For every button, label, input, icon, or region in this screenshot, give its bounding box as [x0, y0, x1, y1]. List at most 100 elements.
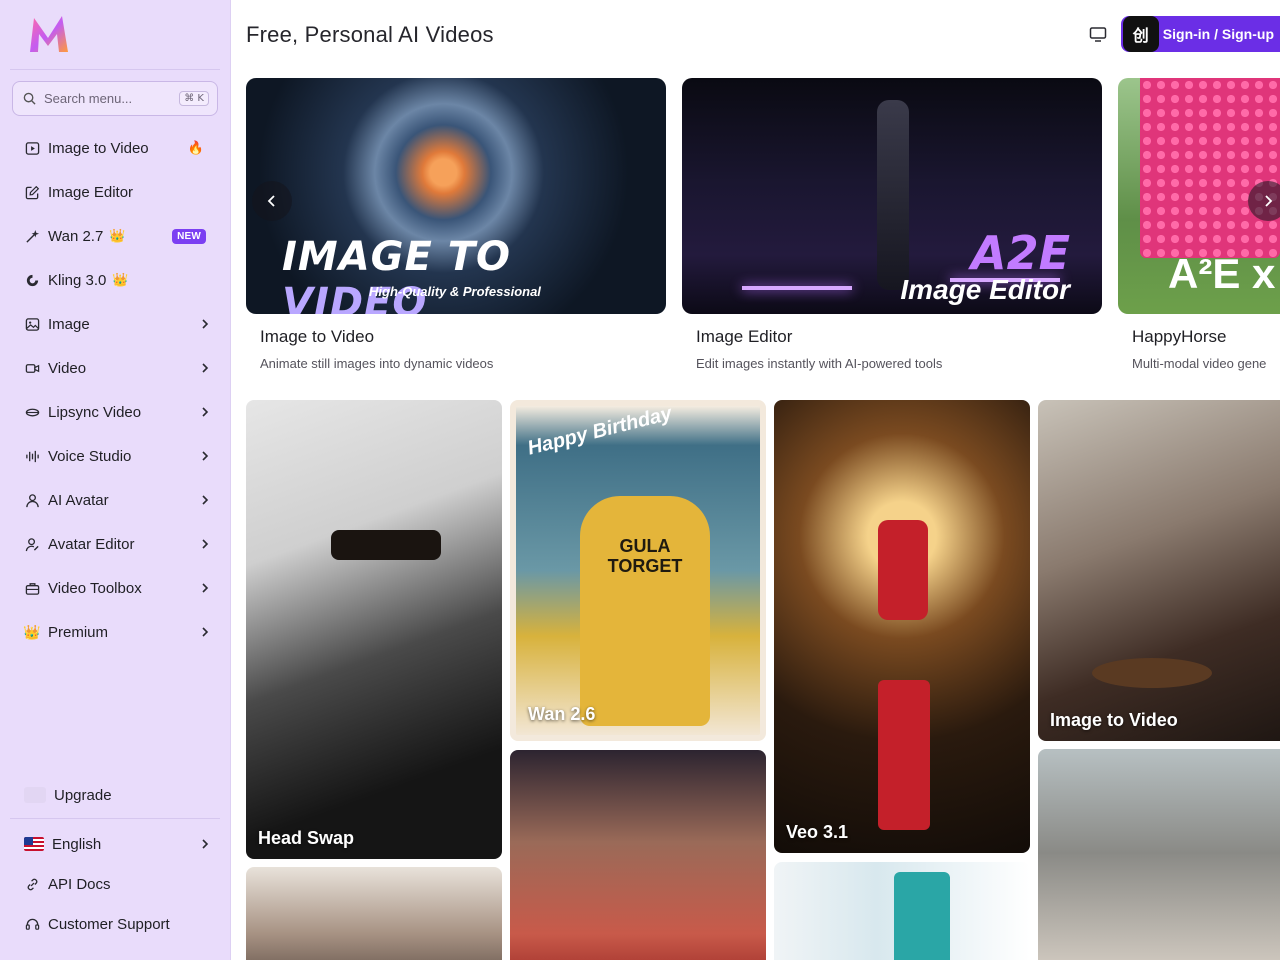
scrubs-sheet: [894, 872, 950, 960]
sidebar-item-label: Video Toolbox: [48, 579, 142, 597]
chevron-right-icon: [202, 627, 209, 637]
gallery-item-label: Veo 3.1: [786, 822, 849, 842]
crown-icon: 👑: [112, 272, 129, 287]
featured-card-happyhorse[interactable]: A²E x HappyHorse Multi-modal video gene: [1118, 78, 1280, 371]
shortcut-hint: ⌘ K: [179, 91, 209, 106]
gallery-item-veo[interactable]: Veo 3.1: [774, 400, 1030, 853]
sidebar-item-label: Avatar Editor: [48, 535, 135, 553]
chevron-right-icon: [1265, 195, 1273, 207]
featured-card-image-editor[interactable]: A2E Image Editor Image Editor Edit image…: [682, 78, 1102, 371]
carousel-prev-button[interactable]: [252, 181, 292, 221]
sidebar-item-video[interactable]: Video: [12, 346, 218, 390]
api-docs-label: API Docs: [48, 875, 111, 893]
card-description: Animate still images into dynamic videos: [260, 356, 494, 371]
sidebar-item-kling[interactable]: Kling 3.0 👑: [12, 258, 218, 302]
header-actions: 创 Sign-in / Sign-up: [1089, 14, 1280, 54]
fire-icon: 🔥: [187, 140, 204, 155]
sidebar-item-image-editor[interactable]: Image Editor: [12, 170, 218, 214]
gallery-item-label: Image to Video: [1050, 710, 1178, 730]
gallery-item-image-to-video[interactable]: Image to Video: [1038, 400, 1280, 741]
gallery-item[interactable]: [1038, 749, 1280, 960]
upgrade-label: Upgrade: [54, 786, 112, 804]
api-docs-link[interactable]: API Docs: [12, 864, 218, 904]
gallery-item[interactable]: [246, 867, 502, 960]
toolbox-icon: [24, 580, 40, 596]
gallery-item-label: Head Swap: [258, 828, 355, 848]
gallery-item-wan[interactable]: Happy Birthday GULA TORGET Wan 2.6: [510, 400, 766, 741]
sidebar-item-voice-studio[interactable]: Voice Studio: [12, 434, 218, 478]
search-icon: [23, 92, 36, 105]
signin-button[interactable]: 创 Sign-in / Sign-up: [1120, 16, 1280, 52]
sidebar-item-premium[interactable]: 👑 Premium: [12, 610, 218, 654]
shirt-text: GULA TORGET: [607, 536, 683, 576]
search-input[interactable]: Search menu... ⌘ K: [12, 81, 218, 116]
main-content: Free, Personal AI Videos 创 Sign-in / Sig…: [231, 0, 1280, 960]
edit-square-icon: [24, 184, 40, 200]
sidebar-item-video-toolbox[interactable]: Video Toolbox: [12, 566, 218, 610]
sidebar: Search menu... ⌘ K Image to Video 🔥 Imag…: [0, 0, 231, 960]
card-title: Image Editor: [696, 327, 793, 346]
sidebar-item-image[interactable]: Image: [12, 302, 218, 346]
featured-carousel: IMAGE TO VIDEO High-Quality & Profession…: [246, 78, 1280, 371]
user-icon: [24, 492, 40, 508]
divider: [10, 69, 220, 70]
sidebar-item-label: Voice Studio: [48, 447, 132, 465]
card-description: Multi-modal video gene: [1132, 356, 1267, 371]
sidebar-item-label: Image Editor: [48, 183, 134, 201]
person-figure: [877, 100, 909, 290]
sidebar-item-wan[interactable]: Wan 2.7 👑 NEW: [12, 214, 218, 258]
customer-support-label: Customer Support: [48, 915, 170, 933]
sidebar-item-lipsync-video[interactable]: Lipsync Video: [12, 390, 218, 434]
app-badge-icon: 创: [1122, 16, 1159, 52]
sidebar-nav: Image to Video 🔥 Image Editor Wan 2.7 👑 …: [12, 126, 218, 654]
crown-icon: 👑: [109, 228, 126, 243]
chevron-right-icon: [202, 539, 209, 549]
link-icon: [24, 876, 40, 892]
headset-icon: [24, 916, 40, 932]
card-title: Image to Video: [260, 327, 375, 346]
sidebar-item-label: AI Avatar: [48, 491, 109, 509]
upgrade-button[interactable]: Upgrade: [12, 776, 218, 814]
desktop-icon[interactable]: [1089, 25, 1107, 43]
sidebar-item-image-to-video[interactable]: Image to Video 🔥: [12, 126, 218, 170]
waveform-icon: [24, 448, 40, 464]
sidebar-item-label: Premium: [48, 623, 109, 641]
signin-label: Sign-in / Sign-up: [1162, 26, 1274, 42]
chevron-right-icon: [202, 319, 209, 329]
play-square-icon: [24, 140, 40, 156]
gallery-item[interactable]: [510, 750, 766, 960]
balloon-wall: [1140, 78, 1280, 258]
card-thumbnail: A2E Image Editor: [682, 78, 1102, 314]
sparkle-wand-icon: [24, 228, 40, 244]
chevron-right-icon: [202, 583, 209, 593]
sidebar-item-label: Video: [48, 359, 87, 377]
carousel-next-button[interactable]: [1248, 181, 1280, 221]
app-logo[interactable]: [26, 12, 72, 56]
kling-swirl-icon: [24, 272, 40, 288]
us-flag-icon: [24, 837, 44, 851]
sidebar-item-label: Wan 2.7: [48, 227, 104, 245]
language-selector[interactable]: English: [12, 824, 218, 864]
sidebar-item-label: Image to Video: [48, 139, 149, 157]
gallery-item-head-swap[interactable]: Head Swap: [246, 400, 502, 859]
sunglasses: [331, 530, 441, 560]
image-icon: [24, 316, 40, 332]
thumbnail-title: A²E x: [1168, 250, 1276, 297]
chevron-right-icon: [202, 451, 209, 461]
sidebar-item-label: Lipsync Video: [48, 403, 142, 421]
sidebar-item-avatar-editor[interactable]: Avatar Editor: [12, 522, 218, 566]
customer-support-link[interactable]: Customer Support: [12, 904, 218, 944]
chevron-left-icon: [267, 195, 275, 207]
upgrade-icon: [24, 787, 46, 803]
sidebar-item-ai-avatar[interactable]: AI Avatar: [12, 478, 218, 522]
featured-card-image-to-video[interactable]: IMAGE TO VIDEO High-Quality & Profession…: [246, 78, 666, 371]
chevron-right-icon: [202, 495, 209, 505]
search-placeholder: Search menu...: [44, 91, 133, 106]
thumbnail-title: IMAGE TO VIDEO: [282, 234, 666, 314]
sidebar-item-label: Image: [48, 315, 90, 333]
language-label: English: [52, 835, 102, 853]
gallery-item[interactable]: [774, 862, 1030, 960]
crown-icon: 👑: [23, 623, 41, 640]
sticker-text: Happy Birthday: [525, 402, 675, 460]
sidebar-item-label: Kling 3.0: [48, 271, 107, 289]
